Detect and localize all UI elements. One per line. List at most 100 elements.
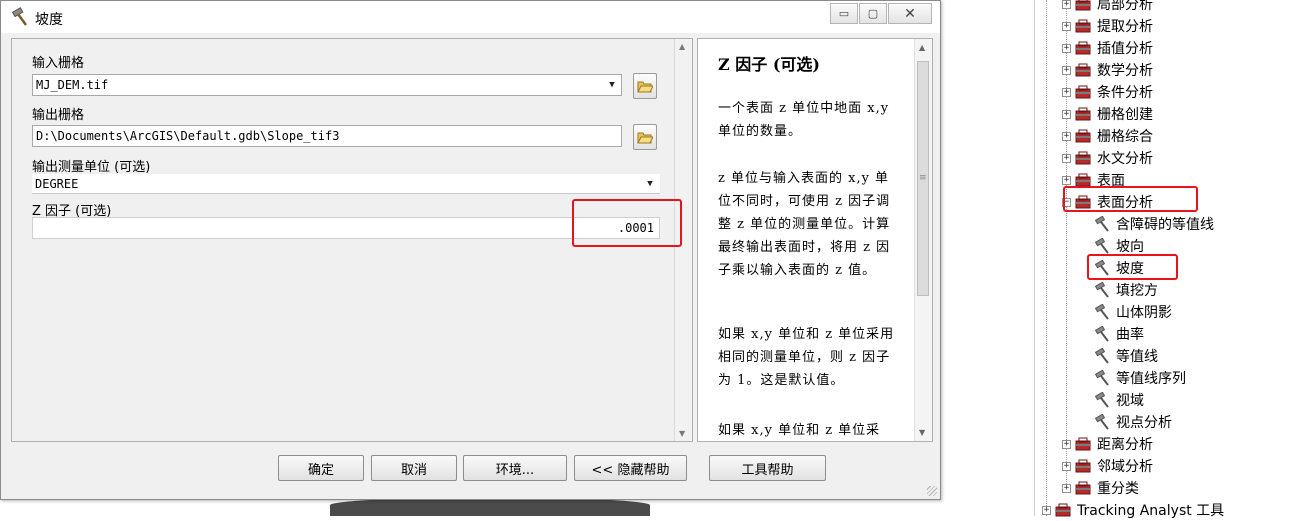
expand-toggle-icon[interactable]: + bbox=[1062, 43, 1071, 53]
tool-label: 坡向 bbox=[1116, 239, 1144, 255]
toolset-item[interactable]: + 数学分析 bbox=[1062, 59, 1153, 81]
toolset-item[interactable]: + 栅格创建 bbox=[1062, 103, 1153, 125]
browse-input-button[interactable] bbox=[633, 73, 657, 99]
toolset-label: 插值分析 bbox=[1097, 41, 1153, 57]
toolset-label: 栅格创建 bbox=[1097, 107, 1153, 123]
expand-toggle-icon[interactable]: + bbox=[1062, 153, 1071, 163]
toolset-item[interactable]: + 条件分析 bbox=[1062, 81, 1153, 103]
pane-divider bbox=[1034, 0, 1035, 516]
toolset-label: 邻域分析 bbox=[1097, 459, 1153, 475]
toolset-item[interactable]: + 插值分析 bbox=[1062, 37, 1153, 59]
toolset-item[interactable]: + 提取分析 bbox=[1062, 15, 1153, 37]
input-raster-combobox[interactable]: MJ_DEM.tif ▼ bbox=[32, 74, 622, 96]
output-raster-field[interactable]: D:\Documents\ArcGIS\Default.gdb\Slope_ti… bbox=[32, 125, 622, 147]
toolset-label: 数学分析 bbox=[1097, 63, 1153, 79]
expand-toggle-icon[interactable]: + bbox=[1062, 87, 1071, 97]
expand-toggle-icon[interactable]: + bbox=[1062, 461, 1071, 471]
hammer-icon bbox=[1094, 392, 1109, 408]
help-scrollbar[interactable]: ▲ ≡ ▼ bbox=[914, 39, 932, 441]
tool-help-button[interactable]: 工具帮助 bbox=[709, 455, 826, 481]
output-unit-select[interactable]: DEGREE ▼ bbox=[32, 174, 660, 194]
minimize-icon: ▭ bbox=[838, 7, 850, 20]
toolset-item[interactable]: + Tracking Analyst 工具 bbox=[1042, 499, 1224, 521]
tool-item[interactable]: 等值线 bbox=[1094, 345, 1158, 367]
title-bar[interactable]: 坡度 ▭ ▢ ✕ bbox=[1, 1, 940, 33]
help-panel: Z 因子 (可选) 一个表面 z 单位中地面 x,y 单位的数量。 z 单位与输… bbox=[697, 38, 933, 442]
toolset-item[interactable]: + 局部分析 bbox=[1062, 0, 1153, 15]
minimize-button[interactable]: ▭ bbox=[830, 3, 858, 24]
expand-toggle-icon[interactable]: + bbox=[1062, 0, 1071, 9]
expand-toggle-icon[interactable]: + bbox=[1062, 109, 1071, 119]
tool-item[interactable]: 等值线序列 bbox=[1094, 367, 1186, 389]
tool-label: 填挖方 bbox=[1116, 283, 1158, 299]
environments-button[interactable]: 环境... bbox=[463, 455, 567, 481]
toolset-label: 条件分析 bbox=[1097, 85, 1153, 101]
tool-item[interactable]: 含障碍的等值线 bbox=[1094, 213, 1214, 235]
tool-label: 含障碍的等值线 bbox=[1116, 217, 1214, 233]
toolbox-icon bbox=[1075, 437, 1091, 451]
help-paragraph: 如果 x,y 单位和 z 单位采 bbox=[718, 423, 881, 438]
maximize-button[interactable]: ▢ bbox=[859, 3, 887, 24]
hammer-icon bbox=[1094, 216, 1109, 232]
output-unit-label: 输出测量单位 (可选) bbox=[32, 160, 151, 175]
expand-toggle-icon[interactable]: + bbox=[1062, 131, 1071, 141]
hammer-icon bbox=[1094, 348, 1109, 364]
help-title: Z 因子 (可选) bbox=[718, 55, 820, 74]
expand-toggle-icon[interactable]: + bbox=[1062, 483, 1071, 493]
toolbox-icon bbox=[1075, 0, 1091, 11]
expand-toggle-icon[interactable]: + bbox=[1062, 65, 1071, 75]
z-factor-input[interactable]: .0001 bbox=[32, 217, 660, 239]
toolset-label: 重分类 bbox=[1097, 481, 1139, 497]
hammer-icon bbox=[11, 7, 28, 26]
toolset-item[interactable]: + 栅格综合 bbox=[1062, 125, 1153, 147]
toolset-item[interactable]: + 距离分析 bbox=[1062, 433, 1153, 455]
chevron-down-icon[interactable]: ▼ bbox=[604, 76, 620, 94]
toolset-label: 提取分析 bbox=[1097, 19, 1153, 35]
cancel-button[interactable]: 取消 bbox=[371, 455, 457, 481]
maximize-icon: ▢ bbox=[867, 7, 879, 20]
toolbox-icon bbox=[1075, 173, 1091, 187]
scroll-down-icon[interactable]: ▼ bbox=[919, 428, 925, 437]
scroll-up-icon[interactable]: ▲ bbox=[919, 43, 925, 52]
expand-toggle-icon[interactable]: + bbox=[1062, 21, 1071, 31]
expand-toggle-icon[interactable]: + bbox=[1042, 505, 1051, 515]
browse-output-button[interactable] bbox=[633, 124, 657, 150]
toolbox-icon bbox=[1075, 129, 1091, 143]
help-paragraph: 一个表面 z 单位中地面 x,y 单位的数量。 bbox=[718, 101, 890, 139]
background-map-fragment bbox=[330, 498, 650, 516]
hide-help-button[interactable]: << 隐藏帮助 bbox=[574, 455, 687, 481]
close-icon: ✕ bbox=[904, 5, 916, 22]
tool-item[interactable]: 曲率 bbox=[1094, 323, 1144, 345]
hammer-icon bbox=[1094, 370, 1109, 386]
toolbox-icon bbox=[1075, 481, 1091, 495]
resize-grip[interactable] bbox=[927, 486, 937, 496]
dialog-title: 坡度 bbox=[35, 12, 63, 28]
expand-toggle-icon[interactable]: + bbox=[1062, 439, 1071, 449]
tool-label: 等值线序列 bbox=[1116, 371, 1186, 387]
hammer-icon bbox=[1094, 414, 1109, 430]
toolbox-icon bbox=[1055, 503, 1071, 517]
expand-toggle-icon[interactable]: + bbox=[1062, 175, 1071, 185]
tool-item[interactable]: 视域 bbox=[1094, 389, 1144, 411]
output-raster-label: 输出栅格 bbox=[32, 108, 85, 123]
tool-label: 山体阴影 bbox=[1116, 305, 1172, 321]
toolset-label: 栅格综合 bbox=[1097, 129, 1153, 145]
hammer-icon bbox=[1094, 238, 1109, 254]
toolbox-icon bbox=[1075, 63, 1091, 77]
toolset-label: Tracking Analyst 工具 bbox=[1077, 503, 1225, 519]
scroll-down-icon[interactable]: ▼ bbox=[679, 429, 685, 438]
toolset-item[interactable]: + 水文分析 bbox=[1062, 147, 1153, 169]
tool-item[interactable]: 山体阴影 bbox=[1094, 301, 1172, 323]
toolset-item[interactable]: + 重分类 bbox=[1062, 477, 1139, 499]
tool-item[interactable]: 视点分析 bbox=[1094, 411, 1172, 433]
highlight-box bbox=[1063, 186, 1198, 212]
help-paragraph: 如果 x,y 单位和 z 单位采用相同的测量单位，则 z 因子为 1。这是默认值… bbox=[718, 327, 895, 388]
tool-label: 曲率 bbox=[1116, 327, 1144, 343]
toolset-item[interactable]: + 邻域分析 bbox=[1062, 455, 1153, 477]
ok-button[interactable]: 确定 bbox=[278, 455, 364, 481]
scroll-up-icon[interactable]: ▲ bbox=[679, 42, 685, 51]
tool-item[interactable]: 填挖方 bbox=[1094, 279, 1158, 301]
chevron-down-icon[interactable]: ▼ bbox=[642, 175, 658, 193]
close-button[interactable]: ✕ bbox=[888, 3, 932, 24]
open-folder-icon bbox=[637, 132, 653, 144]
